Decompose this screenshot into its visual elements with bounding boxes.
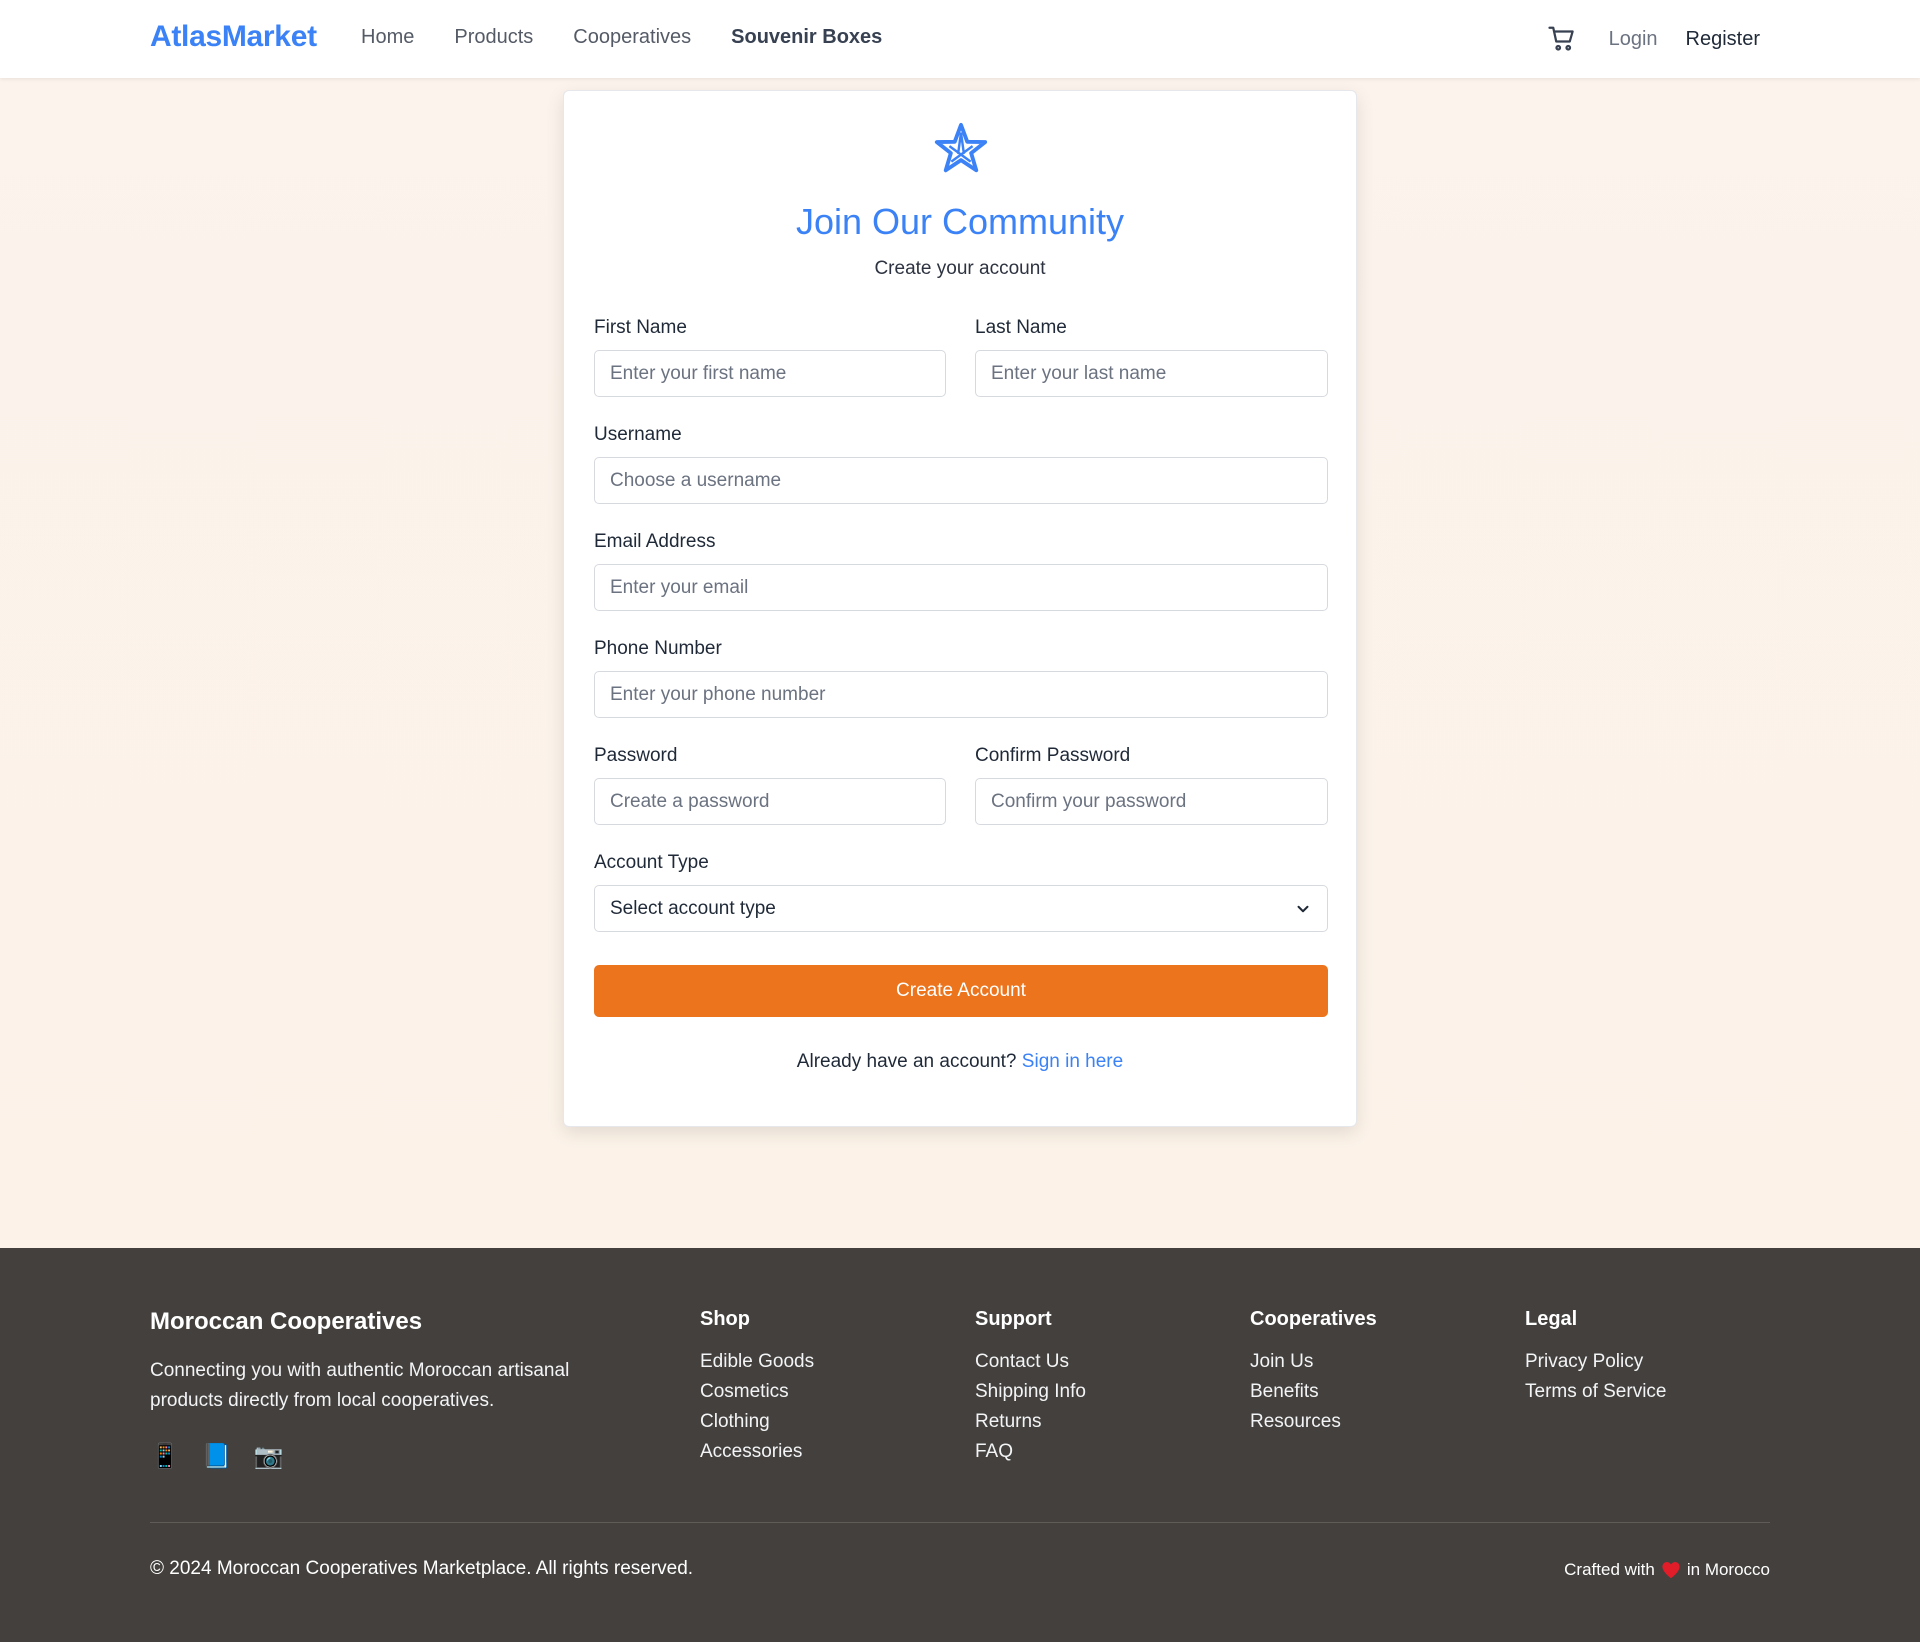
footer-link-accessories[interactable]: Accessories	[700, 1437, 814, 1467]
footer-link-privacy-policy[interactable]: Privacy Policy	[1525, 1347, 1666, 1377]
footer-link-join-us[interactable]: Join Us	[1250, 1347, 1377, 1377]
phone-input[interactable]	[594, 671, 1328, 718]
footer-column-shop: Shop Edible Goods Cosmetics Clothing Acc…	[700, 1308, 814, 1467]
footer-column-support: Support Contact Us Shipping Info Returns…	[975, 1308, 1086, 1467]
phone-label: Phone Number	[594, 638, 722, 659]
footer-column-title: Support	[975, 1308, 1052, 1330]
email-group: Email Address	[594, 531, 1328, 611]
create-account-button[interactable]: Create Account	[594, 965, 1328, 1017]
footer-link-faq[interactable]: FAQ	[975, 1437, 1086, 1467]
nav-link-products[interactable]: Products	[454, 26, 533, 49]
crafted-suffix: in Morocco	[1686, 1560, 1770, 1579]
phone-group: Phone Number	[594, 638, 1328, 718]
confirm-password-group: Confirm Password	[975, 745, 1328, 825]
blue-book-icon[interactable]: 📘	[202, 1442, 232, 1472]
mobile-phone-icon[interactable]: 📱	[150, 1442, 180, 1472]
first-name-label: First Name	[594, 317, 687, 338]
account-type-select[interactable]: Select account type	[594, 885, 1328, 932]
email-label: Email Address	[594, 531, 716, 552]
page-title: Join Our Community	[795, 201, 1125, 242]
page-subtitle: Create your account	[874, 258, 1046, 279]
site-footer: Moroccan Cooperatives Connecting you wit…	[0, 1248, 1920, 1642]
confirm-password-label: Confirm Password	[975, 745, 1131, 766]
top-navbar: AtlasMarket Home Products Cooperatives S…	[0, 0, 1920, 78]
nav-actions: Login Register	[1547, 24, 1760, 54]
footer-link-benefits[interactable]: Benefits	[1250, 1377, 1377, 1407]
nav-link-home[interactable]: Home	[361, 26, 414, 49]
login-link[interactable]: Login	[1609, 28, 1658, 51]
footer-column-cooperatives: Cooperatives Join Us Benefits Resources	[1250, 1308, 1377, 1437]
footer-about-title: Moroccan Cooperatives	[150, 1308, 423, 1335]
footer-link-resources[interactable]: Resources	[1250, 1407, 1377, 1437]
footer-link-terms-of-service[interactable]: Terms of Service	[1525, 1377, 1666, 1407]
account-type-label: Account Type	[594, 852, 709, 873]
footer-about-text: Connecting you with authentic Moroccan a…	[150, 1360, 570, 1411]
register-card: Join Our Community Create your account F…	[563, 90, 1357, 1127]
copyright-text: © 2024 Moroccan Cooperatives Marketplace…	[150, 1558, 694, 1579]
last-name-input[interactable]	[975, 350, 1328, 397]
last-name-group: Last Name	[975, 317, 1328, 397]
footer-link-contact-us[interactable]: Contact Us	[975, 1347, 1086, 1377]
footer-link-shipping-info[interactable]: Shipping Info	[975, 1377, 1086, 1407]
last-name-label: Last Name	[975, 317, 1067, 338]
confirm-password-input[interactable]	[975, 778, 1328, 825]
crafted-prefix: Crafted with	[1564, 1560, 1655, 1579]
shopping-cart-icon[interactable]	[1547, 24, 1577, 54]
username-input[interactable]	[594, 457, 1328, 504]
signin-prompt-text: Already have an account?	[796, 1051, 1017, 1072]
footer-column-title: Legal	[1525, 1308, 1578, 1330]
username-group: Username	[594, 424, 1328, 504]
main-nav: Home Products Cooperatives Souvenir Boxe…	[361, 26, 882, 49]
register-link[interactable]: Register	[1686, 28, 1760, 51]
crafted-note: Crafted with in Morocco	[1564, 1560, 1770, 1580]
nav-link-souvenir-boxes[interactable]: Souvenir Boxes	[731, 26, 882, 49]
username-label: Username	[594, 424, 682, 445]
signin-prompt: Already have an account? Sign in here	[564, 1051, 1356, 1073]
footer-link-clothing[interactable]: Clothing	[700, 1407, 814, 1437]
social-links: 📱 📘 📷	[150, 1442, 284, 1472]
chevron-down-icon	[1294, 900, 1312, 918]
first-name-group: First Name	[594, 317, 946, 397]
footer-link-returns[interactable]: Returns	[975, 1407, 1086, 1437]
email-input[interactable]	[594, 564, 1328, 611]
brand-logo[interactable]: AtlasMarket	[150, 20, 317, 54]
camera-icon[interactable]: 📷	[254, 1442, 284, 1472]
password-input[interactable]	[594, 778, 946, 825]
footer-column-title: Shop	[700, 1308, 750, 1330]
heart-icon	[1661, 1561, 1681, 1579]
first-name-input[interactable]	[594, 350, 946, 397]
account-type-value: Select account type	[610, 897, 776, 919]
password-label: Password	[594, 745, 678, 766]
footer-link-edible-goods[interactable]: Edible Goods	[700, 1347, 814, 1377]
signin-link[interactable]: Sign in here	[1022, 1051, 1123, 1072]
nav-link-cooperatives[interactable]: Cooperatives	[573, 26, 691, 49]
footer-column-legal: Legal Privacy Policy Terms of Service	[1525, 1308, 1666, 1407]
footer-link-cosmetics[interactable]: Cosmetics	[700, 1377, 814, 1407]
star-emblem-icon	[932, 121, 990, 179]
footer-column-title: Cooperatives	[1250, 1308, 1377, 1330]
footer-divider	[150, 1522, 1770, 1523]
account-type-group: Account Type Select account type	[594, 852, 1328, 932]
password-group: Password	[594, 745, 946, 825]
